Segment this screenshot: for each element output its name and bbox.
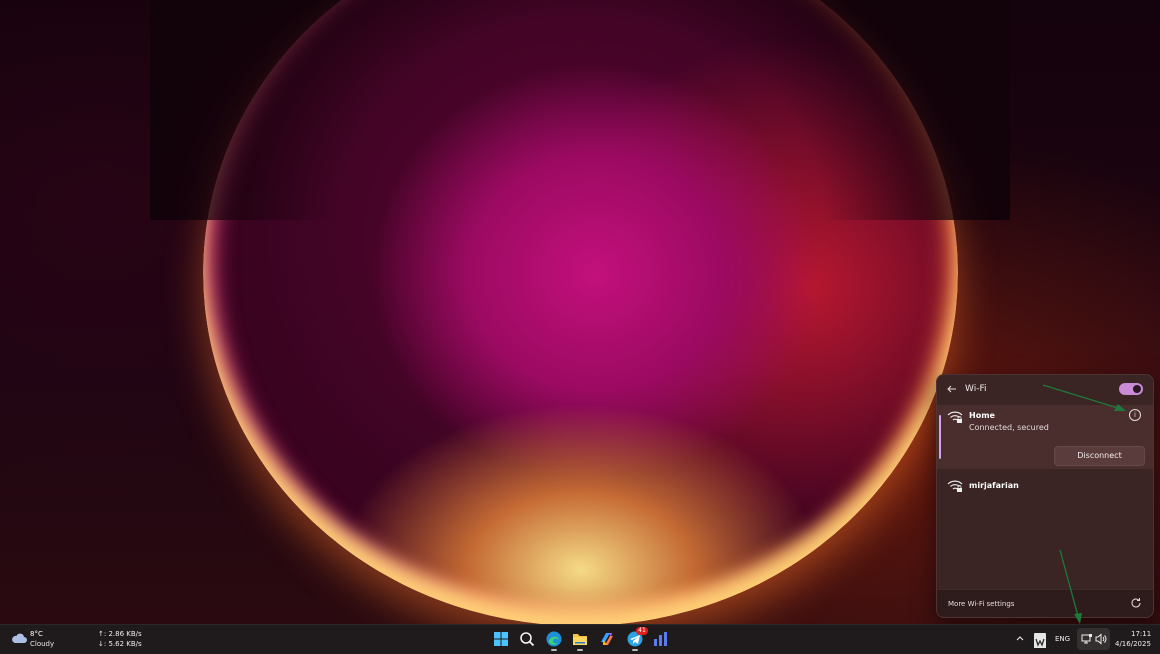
wifi-flyout-header: Wi-Fi: [937, 375, 1153, 405]
taskbar: 8°C Cloudy ↑: 2.86 KB/s ↓: 5.62 KB/s 41 …: [0, 624, 1160, 654]
wifi-flyout-footer: More Wi-Fi settings: [937, 589, 1153, 617]
vpn-icon: [1034, 636, 1046, 648]
running-indicator: [632, 649, 638, 651]
clock-date[interactable]: 4/16/2025: [1115, 640, 1151, 648]
back-button[interactable]: [945, 383, 959, 397]
running-indicator: [551, 649, 557, 651]
network-item-home[interactable]: Home Connected, secured i Disconnect: [937, 405, 1153, 469]
disconnect-button[interactable]: Disconnect: [1054, 446, 1145, 466]
more-wifi-settings-link[interactable]: More Wi-Fi settings: [948, 600, 1014, 608]
refresh-icon[interactable]: [1130, 597, 1142, 609]
chevron-up-icon: [1016, 636, 1024, 641]
wifi-secured-icon: [947, 480, 963, 492]
selected-indicator: [939, 415, 941, 459]
input-language[interactable]: ENG: [1055, 635, 1070, 643]
edge-button[interactable]: [545, 630, 563, 651]
edge-icon: [546, 631, 562, 647]
tray-app-icon[interactable]: [1034, 633, 1046, 648]
copilot-button[interactable]: [598, 630, 616, 648]
network-name: mirjafarian: [969, 481, 1019, 490]
weather-condition[interactable]: Cloudy: [30, 640, 54, 648]
cloud-icon[interactable]: [11, 632, 27, 644]
wallpaper-shade: [150, 0, 1010, 220]
network-properties-button[interactable]: i: [1129, 409, 1141, 421]
info-icon: i: [1134, 411, 1136, 419]
download-speed: ↓: 5.62 KB/s: [98, 640, 142, 648]
file-explorer-button[interactable]: [571, 630, 589, 651]
weather-temperature[interactable]: 8°C: [30, 630, 43, 638]
network-icon: [1081, 634, 1092, 644]
network-name: Home: [969, 411, 995, 420]
search-button[interactable]: [518, 630, 536, 648]
clock-time[interactable]: 17:11: [1131, 630, 1151, 638]
wifi-secured-icon: [947, 411, 963, 423]
wifi-toggle[interactable]: [1119, 383, 1143, 395]
arrow-left-icon: [947, 385, 956, 393]
running-indicator: [577, 649, 583, 651]
copilot-icon: [601, 633, 613, 645]
start-button[interactable]: [492, 630, 510, 648]
notification-badge: 41: [636, 627, 648, 635]
quick-settings-button[interactable]: [1077, 628, 1110, 650]
wifi-toggle-knob: [1133, 385, 1141, 393]
wifi-flyout-title: Wi-Fi: [965, 384, 987, 394]
upload-speed: ↑: 2.86 KB/s: [98, 630, 142, 638]
search-icon: [520, 632, 535, 647]
chart-app-icon: [654, 632, 667, 646]
network-status: Connected, secured: [969, 423, 1049, 432]
network-item-mirjafarian[interactable]: mirjafarian: [937, 475, 1153, 499]
show-hidden-icons-button[interactable]: [1015, 633, 1025, 643]
wifi-flyout: Wi-Fi Home Connected, secured i Disconne…: [936, 374, 1154, 618]
telegram-button[interactable]: 41: [626, 627, 648, 651]
chart-app-button[interactable]: [652, 630, 670, 648]
file-explorer-icon: [573, 634, 587, 645]
windows-start-icon: [494, 632, 508, 646]
volume-icon: [1095, 633, 1107, 645]
